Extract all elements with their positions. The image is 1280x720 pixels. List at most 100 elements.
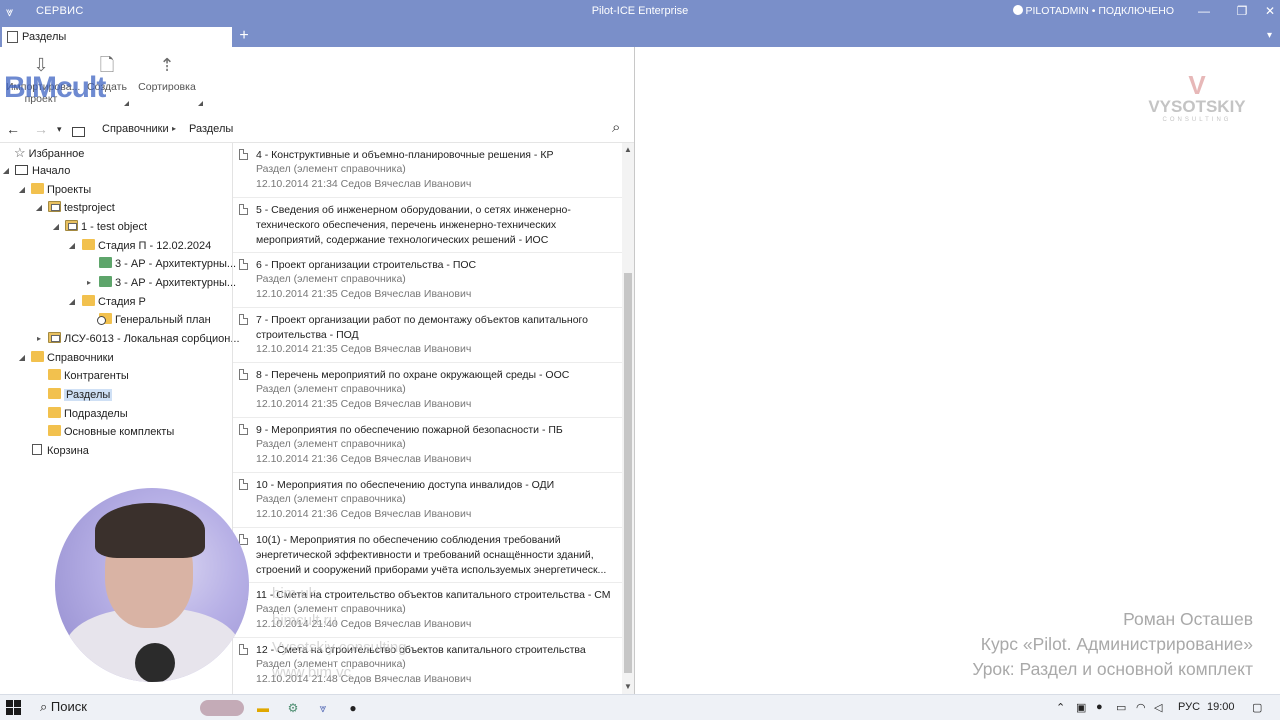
tree-item-test-object[interactable]: 1 - test object [65, 218, 147, 236]
project-icon [48, 201, 61, 212]
item-type: Раздел (элемент справочника) [256, 273, 406, 285]
tab-label: Разделы [22, 31, 67, 43]
item-meta: 12.10.2014 21:35 Седов Вячеслав Иванович [256, 288, 472, 300]
document-icon [239, 314, 248, 325]
collapse-arrow-icon[interactable]: ◢ [67, 293, 77, 311]
tab-sections[interactable]: Разделы [2, 27, 232, 47]
scroll-up-icon[interactable]: ▲ [624, 145, 632, 154]
tree-item-contractors[interactable]: Контрагенты [48, 367, 129, 385]
folder-icon [48, 388, 61, 399]
list-item[interactable]: 4 - Конструктивные и объемно-планировочн… [233, 143, 622, 198]
tree-item-stage-p[interactable]: Стадия П - 12.02.2024 [82, 237, 211, 255]
tray-chevron-icon[interactable]: ⌃ [1056, 701, 1065, 714]
search-icon[interactable]: ⌕ [612, 119, 620, 136]
restore-button[interactable]: ❐ [1232, 2, 1252, 22]
user-icon [1013, 5, 1024, 15]
tray-app-icon[interactable]: ▣ [1076, 701, 1086, 714]
list-item[interactable]: 8 - Перечень мероприятий по охране окруж… [233, 363, 622, 418]
new-tab-button[interactable]: + [234, 27, 254, 47]
list-item[interactable]: 7 - Проект организации работ по демонтаж… [233, 308, 622, 363]
trash-icon [32, 444, 42, 455]
expand-arrow-icon[interactable]: ▸ [84, 274, 94, 292]
list-item[interactable]: 9 - Мероприятия по обеспечению пожарной … [233, 418, 622, 473]
breadcrumb-sections[interactable]: Разделы [189, 123, 233, 135]
collapse-arrow-icon[interactable]: ◢ [17, 181, 27, 199]
tree-item-general-plan[interactable]: Генеральный план [97, 311, 211, 329]
computer-icon[interactable] [72, 123, 89, 139]
tree-item-ar-2[interactable]: 3 - АР - Архитектурны... [99, 274, 236, 292]
collapse-arrow-icon[interactable]: ◢ [17, 349, 27, 367]
item-title: 6 - Проект организации строительства - П… [256, 259, 477, 271]
list-item[interactable]: 10(1) - Мероприятия по обеспечению соблю… [233, 528, 622, 583]
language-indicator[interactable]: РУС [1178, 701, 1200, 713]
item-title: 10 - Мероприятия по обеспечению доступа … [256, 479, 555, 491]
tree-item-stage-r[interactable]: Стадия Р [82, 293, 146, 311]
obs-app-icon[interactable]: ● [344, 699, 362, 717]
notifications-icon[interactable]: ▢ [1252, 701, 1262, 714]
create-dropdown-icon[interactable] [124, 101, 129, 106]
tree-item-main-sets[interactable]: Основные комплекты [48, 423, 174, 441]
tree-item-projects[interactable]: Проекты [31, 181, 91, 199]
breadcrumb-directories[interactable]: Справочники [102, 123, 169, 135]
clock[interactable]: 19:00 [1207, 701, 1235, 713]
list-item[interactable]: 10 - Мероприятия по обеспечению доступа … [233, 473, 622, 528]
item-meta: 12.10.2014 21:35 Седов Вячеслав Иванович [256, 398, 472, 410]
webcam-overlay [55, 488, 249, 682]
navigation-bar: ← → ▾ Справочники ▸ Разделы ⌕ [0, 115, 634, 143]
user-status[interactable]: PILOTADMIN • ПОДКЛЮЧЕНО [1013, 5, 1174, 17]
search-icon: ⌕ [40, 699, 51, 714]
widget-icon[interactable] [200, 700, 244, 716]
item-type: Раздел (элемент справочника) [256, 438, 406, 450]
forward-arrow-icon[interactable]: → [34, 121, 48, 137]
minimize-button[interactable]: — [1194, 2, 1214, 22]
volume-icon[interactable]: ◁ [1154, 701, 1162, 714]
taskbar-search[interactable]: ⌕ Поиск [40, 699, 87, 715]
document-icon [239, 204, 248, 215]
user-status-label: PILOTADMIN • ПОДКЛЮЧЕНО [1025, 5, 1174, 17]
tree-item-start[interactable]: Начало [15, 162, 70, 180]
tree-item-ar-1[interactable]: 3 - АР - Архитектурны... [99, 255, 236, 273]
tree-item-trash[interactable]: Корзина [32, 442, 89, 460]
tree-item-subsections[interactable]: Подразделы [48, 405, 128, 423]
folder-icon [48, 425, 61, 436]
list-item[interactable]: 5 - Сведения об инженерном оборудовании,… [233, 198, 622, 253]
device-icon[interactable]: ▭ [1116, 701, 1126, 714]
collapse-arrow-icon[interactable]: ◢ [1, 162, 11, 180]
folder-icon [82, 239, 95, 250]
scrollbar-thumb[interactable] [624, 273, 632, 673]
list-item[interactable]: 6 - Проект организации строительства - П… [233, 253, 622, 308]
folder-icon [31, 183, 44, 194]
tree-item-sections[interactable]: Разделы [48, 386, 113, 404]
file-explorer-icon[interactable]: ▬ [254, 699, 272, 717]
folder-icon [48, 407, 61, 418]
item-title: 4 - Конструктивные и объемно-планировочн… [256, 149, 554, 161]
close-button[interactable]: ✕ [1260, 2, 1280, 22]
collapse-arrow-icon[interactable]: ◢ [67, 237, 77, 255]
toolbar: ⇩ Импортирова... проект 🗋 Создать ⇡ Сорт… [0, 47, 634, 115]
tree-item-directories[interactable]: Справочники [31, 349, 114, 367]
pilot-app-icon[interactable]: ⩔ [314, 699, 332, 717]
item-meta: 12.10.2014 21:36 Седов Вячеслав Иванович [256, 508, 472, 520]
folder-icon [48, 369, 61, 380]
collapse-arrow-icon[interactable]: ◢ [34, 199, 44, 217]
history-dropdown-icon[interactable]: ▾ [57, 124, 62, 135]
wifi-icon[interactable]: ◠ [1136, 701, 1146, 714]
watermark-line: bimcult.ru [272, 612, 338, 629]
windows-start-icon[interactable] [6, 700, 22, 716]
tabs-chevron-down-icon[interactable]: ▾ [1267, 30, 1272, 41]
collapse-arrow-icon[interactable]: ◢ [51, 218, 61, 236]
expand-arrow-icon[interactable]: ▸ [34, 330, 44, 348]
back-arrow-icon[interactable]: ← [6, 121, 20, 137]
tree-item-favorites[interactable]: ☆ Избранное [14, 144, 84, 162]
item-type: Раздел (элемент справочника) [256, 163, 406, 175]
list-scrollbar[interactable]: ▲ ▼ [622, 143, 634, 694]
vysotskiy-logo-name: VYSOTSKIY [1148, 97, 1246, 116]
tree-item-testproject[interactable]: testproject [48, 199, 115, 217]
scroll-down-icon[interactable]: ▼ [624, 682, 632, 691]
item-title: 5 - Сведения об инженерном оборудовании,… [256, 204, 571, 246]
sort-dropdown-icon[interactable] [198, 101, 203, 106]
tree-item-lsu[interactable]: ЛСУ-6013 - Локальная сорбцион... [48, 330, 240, 348]
microphone-icon[interactable]: ● [1096, 701, 1103, 713]
sort-button[interactable]: ⇡ Сортировка [132, 53, 202, 109]
settings-icon[interactable]: ⚙ [284, 699, 302, 717]
